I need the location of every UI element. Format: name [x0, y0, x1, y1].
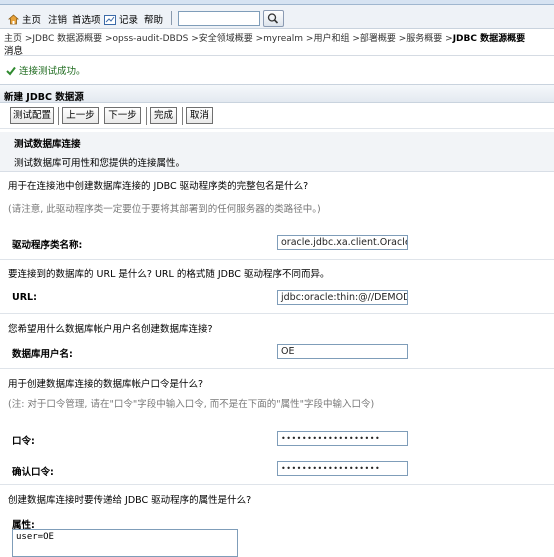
url-field[interactable]: jdbc:oracle:thin:@//DEMODB [277, 290, 408, 305]
logout-link[interactable]: 注销 [48, 12, 67, 26]
password-question: 用于创建数据库连接的数据库帐户口令是什么? [8, 379, 204, 390]
global-toolbar: 主页 注销 首选项 记录 帮助 [0, 5, 554, 29]
messages-divider [4, 55, 554, 56]
section-title: 新建 JDBC 数据源 [4, 92, 84, 103]
password-note: (注: 对于口令管理, 请在"口令"字段中输入口令, 而不是在下面的"属性"字段… [8, 399, 375, 410]
search-button[interactable] [263, 10, 284, 27]
home-label: 主页 [22, 15, 42, 26]
record-icon [104, 15, 116, 25]
search-input[interactable] [178, 11, 260, 26]
success-message-text: 连接测试成功。 [19, 66, 86, 77]
confirm-password-label: 确认口令: [12, 467, 54, 478]
breadcrumb: 主页 >JDBC 数据源概要 >opss-audit-DBDS >安全领域概要 … [4, 31, 554, 43]
home-link[interactable]: 主页 [8, 12, 41, 26]
properties-textarea[interactable]: user=OE [12, 529, 238, 557]
password-field[interactable]: ••••••••••••••••••• [277, 431, 408, 446]
preferences-link[interactable]: 首选项 [72, 12, 101, 26]
subsection-description: 测试数据库可用性和您提供的连接属性。 [14, 158, 186, 169]
breadcrumb-current: JDBC 数据源概要 [452, 34, 526, 43]
button-divider [58, 107, 59, 125]
username-question: 您希望用什么数据库帐户用户名创建数据库连接? [8, 324, 213, 335]
cancel-button[interactable]: 取消 [186, 107, 213, 124]
section-header: 新建 JDBC 数据源 [0, 84, 554, 103]
username-label: 数据库用户名: [12, 349, 73, 360]
search-icon [267, 13, 279, 24]
url-question: 要连接到的数据库的 URL 是什么? URL 的格式随 JDBC 驱动程序不同而… [8, 269, 330, 280]
test-config-button[interactable]: 测试配置 [10, 107, 54, 124]
divider [0, 259, 554, 260]
next-button[interactable]: 下一步 [104, 107, 141, 124]
driver-class-field[interactable]: oracle.jdbc.xa.client.OracleXA [277, 235, 408, 250]
divider [0, 368, 554, 369]
breadcrumb-path[interactable]: 主页 >JDBC 数据源概要 >opss-audit-DBDS >安全领域概要 … [4, 34, 453, 43]
finish-button[interactable]: 完成 [150, 107, 177, 124]
toolbar-divider [171, 11, 172, 25]
button-divider [182, 107, 183, 125]
driver-label: 驱动程序类名称: [12, 240, 83, 251]
confirm-password-field[interactable]: ••••••••••••••••••• [277, 461, 408, 476]
properties-question: 创建数据库连接时要传递给 JDBC 驱动程序的属性是什么? [8, 495, 252, 506]
password-label: 口令: [12, 436, 35, 447]
divider [0, 484, 554, 485]
record-label: 记录 [119, 15, 139, 26]
help-link[interactable]: 帮助 [144, 12, 163, 26]
driver-note: (请注意, 此驱动程序类一定要位于要将其部署到的任何服务器的类路径中。) [8, 204, 321, 215]
button-divider [146, 107, 147, 125]
home-icon [8, 14, 19, 25]
success-message: 连接测试成功。 [6, 63, 86, 77]
subsection-title: 测试数据库连接 [14, 139, 81, 150]
url-label: URL: [12, 292, 37, 303]
username-field[interactable]: OE [277, 344, 408, 359]
driver-question: 用于在连接池中创建数据库连接的 JDBC 驱动程序类的完整包名是什么? [8, 181, 309, 192]
checkmark-icon [6, 66, 16, 76]
wizard-button-row: 测试配置 上一步 下一步 完成 取消 [0, 103, 554, 129]
record-link[interactable]: 记录 [104, 12, 138, 26]
divider [0, 313, 554, 314]
back-button[interactable]: 上一步 [62, 107, 99, 124]
